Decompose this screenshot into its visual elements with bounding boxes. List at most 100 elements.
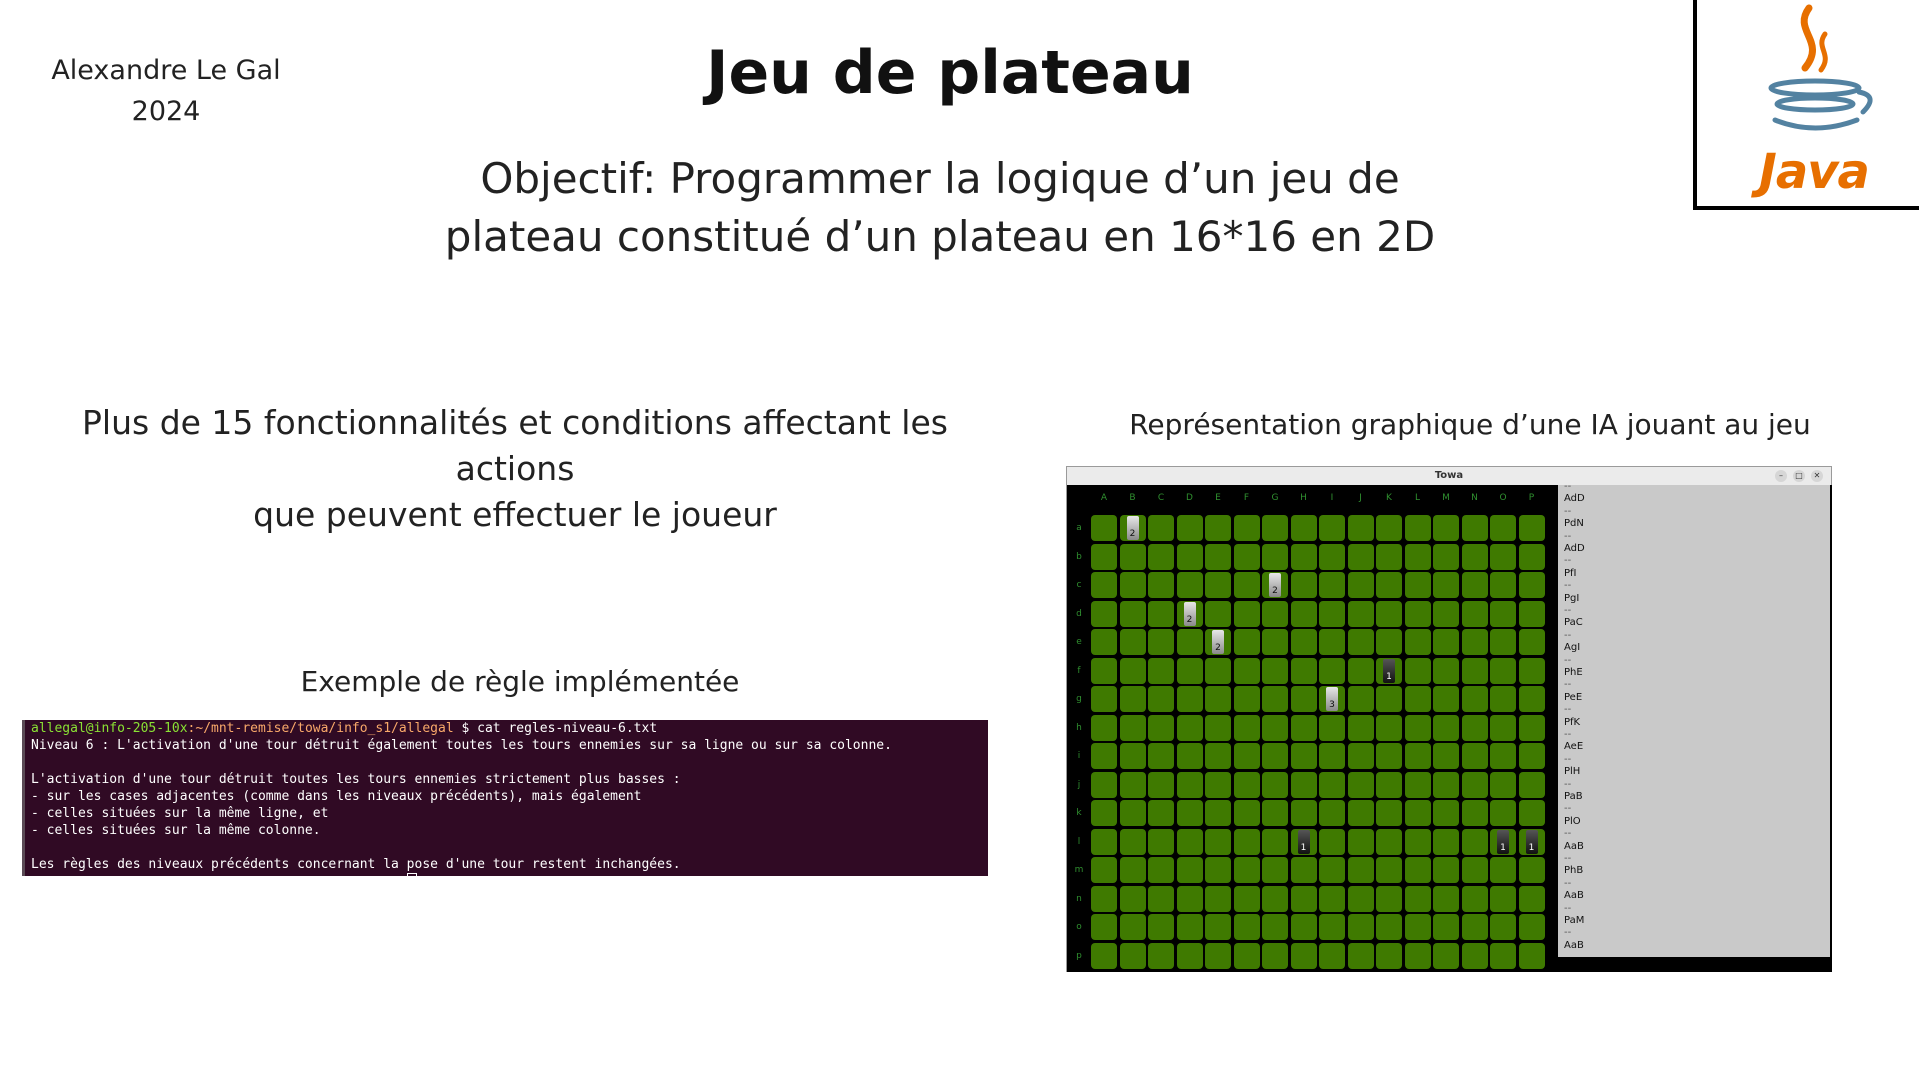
board-cell[interactable] [1404,800,1431,826]
board-cell[interactable] [1176,686,1203,712]
board-cell[interactable] [1148,885,1174,912]
board-cell[interactable] [1148,914,1174,940]
board-cell[interactable] [1490,629,1516,655]
board-cell[interactable] [1176,828,1203,855]
board-cell[interactable] [1518,572,1545,598]
board-cell[interactable] [1376,885,1402,912]
board-cell[interactable] [1290,771,1317,798]
board-cell[interactable] [1091,771,1117,798]
board-cell[interactable] [1433,885,1459,912]
board-cell[interactable] [1091,543,1117,570]
board-cell[interactable] [1091,686,1117,712]
board-cell[interactable] [1091,600,1117,627]
board-cell[interactable] [1490,657,1516,684]
board-cell[interactable] [1490,686,1516,712]
board-cell[interactable] [1518,857,1545,883]
board-cell[interactable] [1490,771,1516,798]
board-cell[interactable] [1319,714,1345,741]
board-cell[interactable] [1176,942,1203,969]
board-cell[interactable] [1404,686,1431,712]
board-cell[interactable] [1404,914,1431,940]
board-cell[interactable] [1290,600,1317,627]
board-cell[interactable] [1119,657,1146,684]
board-cell[interactable] [1119,543,1146,570]
board-cell[interactable] [1518,771,1545,798]
board-cell[interactable] [1176,714,1203,741]
board-cell[interactable] [1461,515,1488,541]
board-cell[interactable] [1290,743,1317,769]
board-cell[interactable] [1290,714,1317,741]
board-cell[interactable] [1091,885,1117,912]
board-cell[interactable] [1205,743,1231,769]
board-cell[interactable] [1376,600,1402,627]
board-cell[interactable] [1262,515,1288,541]
board-cell[interactable] [1319,657,1345,684]
board-cell[interactable] [1205,771,1231,798]
board-cell[interactable] [1461,914,1488,940]
maximize-icon[interactable]: □ [1793,470,1805,482]
board-cell[interactable] [1518,686,1545,712]
board-cell[interactable] [1347,828,1374,855]
board-cell[interactable] [1290,885,1317,912]
board-cell[interactable] [1233,942,1260,969]
board-cell[interactable] [1119,600,1146,627]
board-cell[interactable] [1148,572,1174,598]
board-cell[interactable] [1119,885,1146,912]
board-cell[interactable] [1461,629,1488,655]
board-cell[interactable] [1433,942,1459,969]
board-cell[interactable] [1347,857,1374,883]
board-cell[interactable] [1319,543,1345,570]
board-cell[interactable] [1233,543,1260,570]
board-cell[interactable] [1091,914,1117,940]
board-cell[interactable] [1290,942,1317,969]
board-cell[interactable] [1347,885,1374,912]
board-cell[interactable] [1461,857,1488,883]
board-cell[interactable] [1433,686,1459,712]
board-cell[interactable] [1319,828,1345,855]
board-cell[interactable] [1262,771,1288,798]
board-cell[interactable] [1119,629,1146,655]
board-cell[interactable] [1347,572,1374,598]
board-cell[interactable] [1461,743,1488,769]
board-cell[interactable] [1290,857,1317,883]
board-cell[interactable] [1091,828,1117,855]
board-cell[interactable] [1262,800,1288,826]
board-cell[interactable] [1433,543,1459,570]
board-cell[interactable] [1376,572,1402,598]
board-cell[interactable] [1490,714,1516,741]
board-cell[interactable] [1404,942,1431,969]
board-cell[interactable] [1404,857,1431,883]
board-cell[interactable] [1404,771,1431,798]
board-cell[interactable] [1433,771,1459,798]
board-cell[interactable] [1091,714,1117,741]
board-cell[interactable] [1433,743,1459,769]
board-cell[interactable] [1404,543,1431,570]
board-cell[interactable] [1433,600,1459,627]
board-cell[interactable] [1176,800,1203,826]
board-cell[interactable] [1319,515,1345,541]
board-cell[interactable] [1119,857,1146,883]
board-cell[interactable] [1376,743,1402,769]
board-cell[interactable] [1148,629,1174,655]
board-cell[interactable] [1461,657,1488,684]
board-cell[interactable] [1461,714,1488,741]
board-cell[interactable] [1404,828,1431,855]
board-cell[interactable] [1262,657,1288,684]
board-cell[interactable] [1347,914,1374,940]
board-cell[interactable] [1091,657,1117,684]
board-cell[interactable] [1148,857,1174,883]
board-cell[interactable] [1290,657,1317,684]
board-cell[interactable] [1205,657,1231,684]
board-cell[interactable] [1490,885,1516,912]
board-cell[interactable] [1119,714,1146,741]
board-cell[interactable] [1461,600,1488,627]
board-cell[interactable] [1518,543,1545,570]
board-cell[interactable] [1319,743,1345,769]
board-cell[interactable] [1376,686,1402,712]
board-cell[interactable] [1518,714,1545,741]
board-cell[interactable] [1176,515,1203,541]
board-cell[interactable] [1176,743,1203,769]
board-cell[interactable] [1119,743,1146,769]
board-cell[interactable] [1518,629,1545,655]
board-cell[interactable] [1148,942,1174,969]
